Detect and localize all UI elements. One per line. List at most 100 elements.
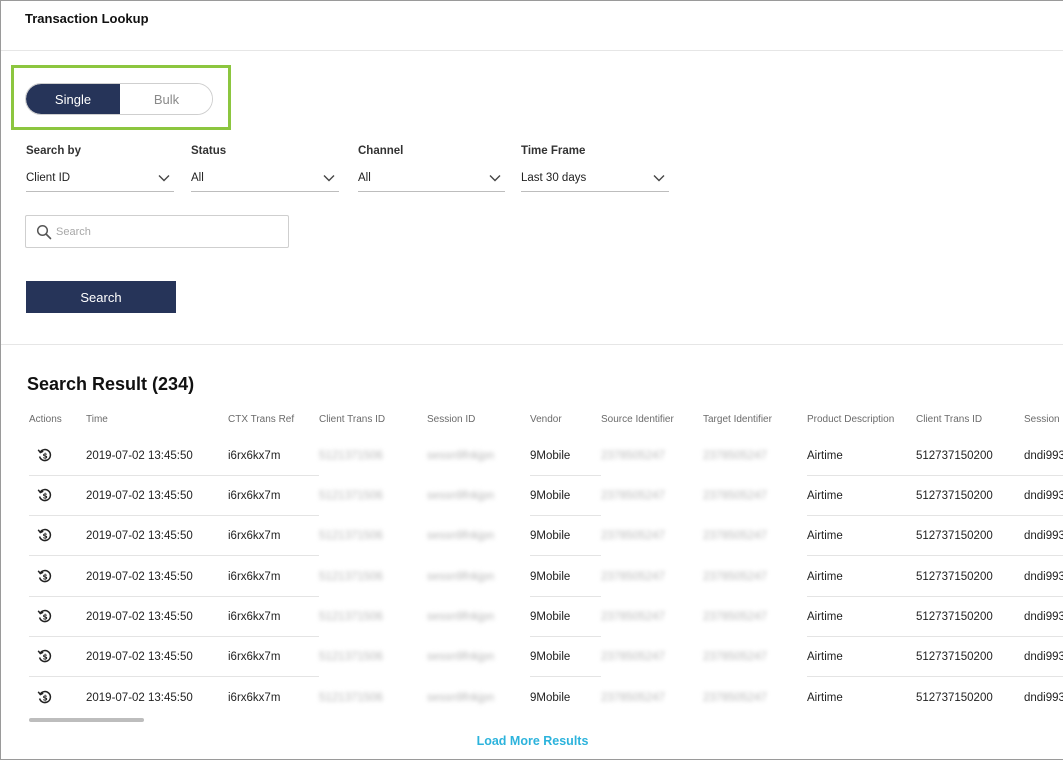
target-identifier-cell: 2378505247 — [703, 557, 807, 597]
session-id-cell-text: sessn9fnkjpn — [427, 611, 495, 623]
client-trans-id-2-cell-text: 512737150200 — [916, 650, 993, 663]
column-header-client-trans-id-2[interactable]: Client Trans ID — [916, 414, 982, 425]
time-cell-text: 2019-07-02 13:45:50 — [86, 692, 193, 704]
vendor-cell: 9Mobile — [530, 476, 601, 516]
transaction-history-icon[interactable]: $ — [37, 648, 53, 664]
client-trans-id-2-cell-text: 512737150200 — [916, 489, 993, 502]
session-id-cell: sessn9fnkjpn — [427, 516, 530, 556]
column-header-target-identifier[interactable]: Target Identifier — [703, 414, 772, 425]
channel-value: All — [358, 172, 371, 184]
session-id-2-cell: dndi993 — [1024, 637, 1063, 677]
ctx-trans-ref-cell: i6rx6kx7m — [228, 516, 319, 556]
session-id-cell: sessn9fnkjpn — [427, 436, 530, 476]
vendor-cell-text: 9Mobile — [530, 449, 571, 462]
product-description-cell-text: Airtime — [807, 650, 843, 663]
session-id-2-cell-text: dndi993 — [1024, 529, 1063, 542]
actions-cell: $ — [29, 476, 86, 516]
column-header-source-identifier[interactable]: Source Identifier — [601, 414, 674, 425]
actions-cell: $ — [29, 436, 86, 476]
session-id-2-cell: dndi993 — [1024, 597, 1063, 637]
column-header-product-description[interactable]: Product Description — [807, 414, 894, 425]
search-by-label: Search by — [26, 145, 81, 157]
vendor-cell: 9Mobile — [530, 597, 601, 637]
product-description-cell-text: Airtime — [807, 692, 843, 704]
time-frame-label: Time Frame — [521, 145, 586, 157]
svg-text:$: $ — [42, 693, 47, 702]
ctx-trans-ref-cell-text: i6rx6kx7m — [228, 650, 281, 663]
status-value: All — [191, 172, 204, 184]
client-trans-id-2-cell: 512737150200 — [916, 637, 1024, 677]
status-select[interactable]: All — [191, 168, 339, 192]
vendor-cell: 9Mobile — [530, 678, 601, 717]
bulk-mode-button[interactable]: Bulk — [120, 84, 212, 114]
client-trans-id-2-cell: 512737150200 — [916, 516, 1024, 556]
transaction-history-icon[interactable]: $ — [37, 689, 53, 705]
transaction-history-icon[interactable]: $ — [37, 568, 53, 584]
transaction-history-icon[interactable]: $ — [37, 447, 53, 463]
ctx-trans-ref-cell-text: i6rx6kx7m — [228, 529, 281, 542]
time-cell-text: 2019-07-02 13:45:50 — [86, 650, 193, 663]
actions-cell: $ — [29, 597, 86, 637]
column-header-time[interactable]: Time — [86, 414, 108, 425]
time-cell: 2019-07-02 13:45:50 — [86, 637, 228, 677]
vendor-cell-text: 9Mobile — [530, 489, 571, 502]
target-identifier-cell-text: 2378505247 — [703, 450, 767, 462]
source-identifier-cell: 2378505247 — [601, 637, 703, 677]
vendor-cell: 9Mobile — [530, 436, 601, 476]
client-trans-id-cell-text: 5121371506 — [319, 571, 383, 583]
product-description-cell: Airtime — [807, 678, 916, 717]
column-header-actions[interactable]: Actions — [29, 414, 62, 425]
client-trans-id-2-cell: 512737150200 — [916, 678, 1024, 717]
source-identifier-cell-text: 2378505247 — [601, 490, 665, 502]
product-description-cell-text: Airtime — [807, 489, 843, 502]
ctx-trans-ref-cell: i6rx6kx7m — [228, 597, 319, 637]
client-trans-id-cell: 5121371506 — [319, 557, 427, 597]
client-trans-id-2-cell-text: 512737150200 — [916, 529, 993, 542]
session-id-2-cell-text: dndi993 — [1024, 449, 1063, 462]
target-identifier-cell: 2378505247 — [703, 516, 807, 556]
ctx-trans-ref-cell: i6rx6kx7m — [228, 637, 319, 677]
vendor-cell: 9Mobile — [530, 557, 601, 597]
transaction-lookup-page: Transaction Lookup Single Bulk Search by… — [0, 0, 1063, 760]
column-header-client-trans-id[interactable]: Client Trans ID — [319, 414, 385, 425]
transaction-history-icon[interactable]: $ — [37, 527, 53, 543]
session-id-cell-text: sessn9fnkjpn — [427, 530, 495, 542]
chevron-down-icon — [653, 175, 665, 182]
channel-filter: Channel All — [358, 145, 505, 192]
transaction-history-icon[interactable]: $ — [37, 487, 53, 503]
single-mode-button[interactable]: Single — [26, 84, 120, 114]
client-trans-id-2-cell: 512737150200 — [916, 436, 1024, 476]
time-frame-filter: Time Frame Last 30 days — [521, 145, 669, 192]
client-trans-id-cell: 5121371506 — [319, 597, 427, 637]
channel-select[interactable]: All — [358, 168, 505, 192]
column-header-vendor[interactable]: Vendor — [530, 414, 562, 425]
load-more-results-link[interactable]: Load More Results — [1, 734, 1063, 748]
source-identifier-cell: 2378505247 — [601, 476, 703, 516]
horizontal-scrollbar[interactable] — [29, 718, 144, 722]
column-header-session-id-2[interactable]: Session I — [1024, 414, 1063, 425]
product-description-cell: Airtime — [807, 436, 916, 476]
product-description-cell: Airtime — [807, 557, 916, 597]
transaction-history-icon[interactable]: $ — [37, 608, 53, 624]
client-trans-id-cell: 5121371506 — [319, 637, 427, 677]
time-frame-select[interactable]: Last 30 days — [521, 168, 669, 192]
search-by-select[interactable]: Client ID — [26, 168, 174, 192]
ctx-trans-ref-cell-text: i6rx6kx7m — [228, 489, 281, 502]
client-trans-id-2-cell: 512737150200 — [916, 557, 1024, 597]
status-label: Status — [191, 145, 227, 157]
table-row: $2019-07-02 13:45:50 i6rx6kx7m 5121371506 s… — [1, 476, 1063, 516]
time-cell: 2019-07-02 13:45:50 — [86, 557, 228, 597]
table-row: $2019-07-02 13:45:50 i6rx6kx7m 5121371506 s… — [1, 557, 1063, 597]
source-identifier-cell-text: 2378505247 — [601, 530, 665, 542]
search-input[interactable] — [56, 222, 281, 242]
vendor-cell-text: 9Mobile — [530, 610, 571, 623]
ctx-trans-ref-cell-text: i6rx6kx7m — [228, 449, 281, 462]
client-trans-id-2-cell: 512737150200 — [916, 597, 1024, 637]
search-button[interactable]: Search — [26, 281, 176, 313]
column-header-ctx-trans-ref[interactable]: CTX Trans Ref — [228, 414, 294, 425]
column-header-session-id[interactable]: Session ID — [427, 414, 475, 425]
product-description-cell-text: Airtime — [807, 570, 843, 583]
channel-label: Channel — [358, 145, 404, 157]
svg-text:$: $ — [42, 451, 47, 460]
session-id-cell: sessn9fnkjpn — [427, 597, 530, 637]
